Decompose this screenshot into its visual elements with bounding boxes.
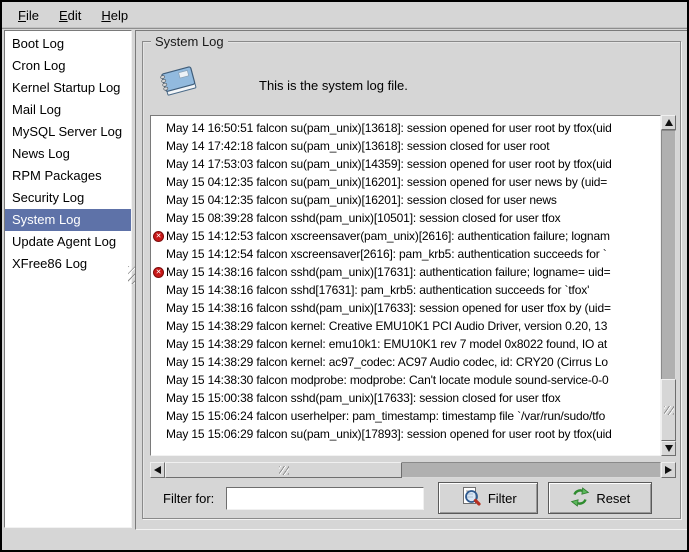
scroll-right-button[interactable] — [661, 462, 676, 478]
sidebar-item-boot-log[interactable]: Boot Log — [5, 33, 131, 55]
menu-help[interactable]: Help — [91, 4, 138, 27]
log-row[interactable]: ✕May 15 15:00:38 falcon sshd(pam_unix)[1… — [151, 389, 660, 407]
sidebar-item-rpm-packages[interactable]: RPM Packages — [5, 165, 131, 187]
sidebar-item-mail-log[interactable]: Mail Log — [5, 99, 131, 121]
sidebar-item-cron-log[interactable]: Cron Log — [5, 55, 131, 77]
vertical-scrollbar-thumb[interactable] — [661, 379, 676, 441]
log-text: May 15 14:38:16 falcon sshd[17631]: pam_… — [166, 283, 589, 297]
reset-button-label: Reset — [596, 491, 630, 506]
log-text: May 15 15:06:29 falcon su(pam_unix)[1789… — [166, 427, 612, 441]
system-log-viewer-window: File Edit Help Boot LogCron LogKernel St… — [0, 0, 689, 552]
pane-resize-grip[interactable] — [128, 266, 135, 284]
arrow-left-icon — [154, 466, 161, 474]
log-row[interactable]: ✕May 14 17:53:03 falcon su(pam_unix)[143… — [151, 155, 660, 173]
filter-label: Filter for: — [163, 491, 214, 506]
horizontal-scrollbar-thumb[interactable] — [165, 462, 402, 478]
log-row[interactable]: ✕May 15 14:38:16 falcon sshd(pam_unix)[1… — [151, 263, 660, 281]
frame-title: System Log — [151, 34, 228, 49]
log-row[interactable]: ✕May 15 04:12:35 falcon su(pam_unix)[162… — [151, 173, 660, 191]
filter-button-label: Filter — [488, 491, 517, 506]
filter-input[interactable] — [226, 487, 424, 510]
scroll-left-button[interactable] — [150, 462, 165, 478]
log-row[interactable]: ✕May 14 17:42:18 falcon su(pam_unix)[136… — [151, 137, 660, 155]
reset-icon — [570, 487, 590, 510]
log-description: This is the system log file. — [259, 78, 408, 93]
log-text: May 14 16:50:51 falcon su(pam_unix)[1361… — [166, 121, 612, 135]
menu-edit[interactable]: Edit — [49, 4, 91, 27]
filter-button[interactable]: Filter — [438, 482, 538, 514]
thumb-grip-icon — [279, 466, 289, 475]
log-type-sidebar: Boot LogCron LogKernel Startup LogMail L… — [4, 30, 132, 528]
log-row[interactable]: ✕May 15 14:12:53 falcon xscreensaver(pam… — [151, 227, 660, 245]
log-text: May 15 14:38:29 falcon kernel: emu10k1: … — [166, 337, 607, 351]
sidebar-item-security-log[interactable]: Security Log — [5, 187, 131, 209]
log-row[interactable]: ✕May 15 14:38:30 falcon modprobe: modpro… — [151, 371, 660, 389]
scroll-down-button[interactable] — [661, 441, 676, 456]
log-row[interactable]: ✕May 15 04:12:35 falcon su(pam_unix)[162… — [151, 191, 660, 209]
arrow-right-icon — [665, 466, 672, 474]
log-text: May 15 14:38:16 falcon sshd(pam_unix)[17… — [166, 301, 611, 315]
log-text: May 15 14:38:29 falcon kernel: Creative … — [166, 319, 607, 333]
log-book-icon — [157, 60, 201, 104]
menu-bar: File Edit Help — [2, 2, 687, 29]
sidebar-item-update-agent-log[interactable]: Update Agent Log — [5, 231, 131, 253]
arrow-up-icon — [665, 119, 673, 126]
log-row[interactable]: ✕May 15 14:38:16 falcon sshd(pam_unix)[1… — [151, 299, 660, 317]
vertical-scrollbar[interactable] — [661, 115, 676, 456]
log-row[interactable]: ✕May 15 15:06:29 falcon su(pam_unix)[178… — [151, 425, 660, 443]
error-icon: ✕ — [153, 267, 164, 278]
reset-button[interactable]: Reset — [548, 482, 652, 514]
sidebar-item-kernel-startup-log[interactable]: Kernel Startup Log — [5, 77, 131, 99]
log-text: May 15 04:12:35 falcon su(pam_unix)[1620… — [166, 175, 607, 189]
error-icon: ✕ — [153, 231, 164, 242]
log-row[interactable]: ✕May 14 16:50:51 falcon su(pam_unix)[136… — [151, 119, 660, 137]
search-icon — [460, 486, 482, 511]
log-row[interactable]: ✕May 15 15:06:24 falcon userhelper: pam_… — [151, 407, 660, 425]
log-text: May 14 17:42:18 falcon su(pam_unix)[1361… — [166, 139, 549, 153]
log-row[interactable]: ✕May 15 14:38:29 falcon kernel: Creative… — [151, 317, 660, 335]
log-text: May 15 14:12:53 falcon xscreensaver(pam_… — [166, 229, 610, 243]
sidebar-item-mysql-server-log[interactable]: MySQL Server Log — [5, 121, 131, 143]
log-text: May 15 15:06:24 falcon userhelper: pam_t… — [166, 409, 605, 423]
sidebar-item-news-log[interactable]: News Log — [5, 143, 131, 165]
filter-row: Filter for: Filter — [143, 480, 680, 516]
log-text: May 15 14:12:54 falcon xscreensaver[2616… — [166, 247, 607, 261]
log-row[interactable]: ✕May 15 14:38:29 falcon kernel: emu10k1:… — [151, 335, 660, 353]
log-list: ✕ May 14 16:50:51 falcon su(pam_unix)[136… — [150, 115, 661, 456]
log-list-area: ✕ May 14 16:50:51 falcon su(pam_unix)[136… — [150, 115, 676, 456]
log-row[interactable]: ✕May 15 14:38:16 falcon sshd[17631]: pam… — [151, 281, 660, 299]
log-row[interactable]: ✕May 15 08:39:28 falcon sshd(pam_unix)[1… — [151, 209, 660, 227]
log-text: May 15 14:38:30 falcon modprobe: modprob… — [166, 373, 609, 387]
log-text: May 15 08:39:28 falcon sshd(pam_unix)[10… — [166, 211, 560, 225]
sidebar-item-xfree86-log[interactable]: XFree86 Log — [5, 253, 131, 275]
log-text: May 15 04:12:35 falcon su(pam_unix)[1620… — [166, 193, 557, 207]
log-row[interactable]: ✕May 15 14:38:29 falcon kernel: ac97_cod… — [151, 353, 660, 371]
scroll-up-button[interactable] — [661, 115, 676, 130]
menu-file[interactable]: File — [8, 4, 49, 27]
log-row[interactable]: ✕May 15 14:12:54 falcon xscreensaver[261… — [151, 245, 660, 263]
sidebar-item-system-log[interactable]: System Log — [5, 209, 131, 231]
horizontal-scrollbar[interactable] — [150, 462, 676, 478]
log-text: May 15 14:38:16 falcon sshd(pam_unix)[17… — [166, 265, 611, 279]
log-text: May 15 15:00:38 falcon sshd(pam_unix)[17… — [166, 391, 560, 405]
system-log-frame: System Log Thi — [142, 41, 681, 519]
main-panel: System Log Thi — [135, 30, 688, 530]
log-text: May 14 17:53:03 falcon su(pam_unix)[1435… — [166, 157, 612, 171]
arrow-down-icon — [665, 445, 673, 452]
log-text: May 15 14:38:29 falcon kernel: ac97_code… — [166, 355, 608, 369]
thumb-grip-icon — [664, 406, 674, 415]
status-bar — [2, 530, 687, 550]
